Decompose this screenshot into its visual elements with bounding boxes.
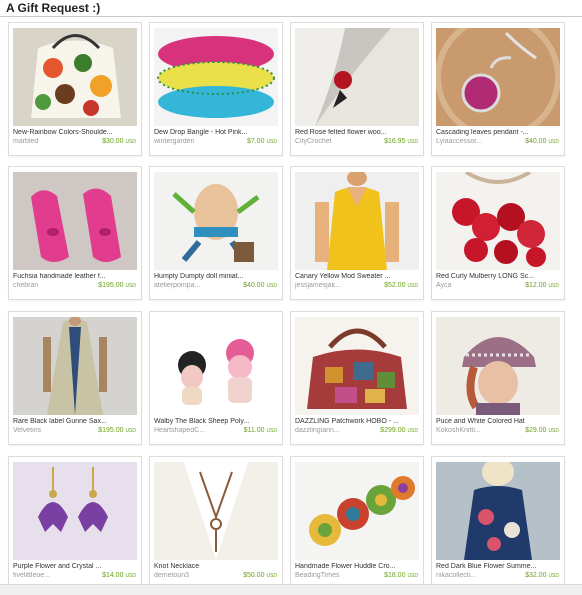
seller-name[interactable]: fivelittleoe...	[13, 572, 83, 579]
product-name[interactable]: Red Rose felted flower woo...	[295, 129, 419, 136]
horizontal-scrollbar[interactable]	[0, 584, 582, 595]
seller-name[interactable]: HeartshapedC...	[154, 427, 224, 434]
product-card[interactable]: DAZZLING Patchwork HOBO - ... dazzlingia…	[290, 311, 424, 445]
seller-name[interactable]: marbled	[13, 138, 83, 145]
product-price: $195.00 USD	[98, 282, 136, 289]
product-price: $52.00 USD	[384, 282, 418, 289]
product-name[interactable]: New-Rainbow Colors-Shoulde...	[13, 129, 137, 136]
product-name[interactable]: Puce and White Colored Hat	[436, 418, 560, 425]
product-name[interactable]: Cascading leaves pendant -...	[436, 129, 560, 136]
seller-name[interactable]: BeadingTimes	[295, 572, 365, 579]
seller-name[interactable]: chebran	[13, 282, 83, 289]
product-price: $11.00 USD	[243, 427, 277, 434]
product-price: $299.00 USD	[380, 427, 418, 434]
crochet-flowers-thumb[interactable]	[295, 462, 419, 560]
product-card[interactable]: Puce and White Colored Hat KokoshKnitti.…	[431, 311, 565, 445]
product-price: $14.00 USD	[102, 572, 136, 579]
product-price: $18.00 USD	[384, 572, 418, 579]
product-card[interactable]: Dew Drop Bangle - Hot Pink... wintergard…	[149, 22, 283, 156]
seller-name[interactable]: Velvetiris	[13, 427, 83, 434]
flower-bag-thumb[interactable]	[13, 28, 137, 126]
title-divider	[0, 16, 582, 17]
product-price: $30.00 USD	[102, 138, 136, 145]
seller-name[interactable]: atelierpompa...	[154, 282, 224, 289]
red-scarf-thumb[interactable]	[436, 172, 560, 270]
product-card[interactable]: Red Curly Mulberry LONG Sc... Ayca $12.0…	[431, 166, 565, 300]
product-card[interactable]: Cascading leaves pendant -... Lyiaaccess…	[431, 22, 565, 156]
product-name[interactable]: Canary Yellow Mod Sweater ...	[295, 273, 419, 280]
hobo-bag-thumb[interactable]	[295, 317, 419, 415]
seller-name[interactable]: wintergarden	[154, 138, 224, 145]
product-card[interactable]: Fuchsia handmade leather f... chebran $1…	[8, 166, 142, 300]
seller-name[interactable]: dazzlingiann...	[295, 427, 365, 434]
earrings-thumb[interactable]	[13, 462, 137, 560]
knot-necklace-thumb[interactable]	[154, 462, 278, 560]
product-name[interactable]: Red Curly Mulberry LONG Sc...	[436, 273, 560, 280]
rose-brooch-thumb[interactable]	[295, 28, 419, 126]
blue-dress-thumb[interactable]	[436, 462, 560, 560]
seller-name[interactable]: Lyiaaccessor...	[436, 138, 506, 145]
product-name[interactable]: Humpty Dumpty doll miniat...	[154, 273, 278, 280]
product-price: $32.00 USD	[525, 572, 559, 579]
humpty-doll-thumb[interactable]	[154, 172, 278, 270]
seller-name[interactable]: CityCrochet	[295, 138, 365, 145]
product-card[interactable]: Handmade Flower Huddle Cro... BeadingTim…	[290, 456, 424, 590]
product-card[interactable]: New-Rainbow Colors-Shoulde... marbled $3…	[8, 22, 142, 156]
product-name[interactable]: Red Dark Blue Flower Summe...	[436, 563, 560, 570]
product-card[interactable]: Canary Yellow Mod Sweater ... jessjamesj…	[290, 166, 424, 300]
product-card[interactable]: Knot Necklace demetoun3 $50.00 USD	[149, 456, 283, 590]
seller-name[interactable]: nikacollecti...	[436, 572, 506, 579]
page-title: A Gift Request :)	[6, 1, 101, 15]
bangle-thumb[interactable]	[154, 28, 278, 126]
seller-name[interactable]: demetoun3	[154, 572, 224, 579]
pink-shoes-thumb[interactable]	[13, 172, 137, 270]
product-price: $50.00 USD	[243, 572, 277, 579]
product-price: $29.00 USD	[525, 427, 559, 434]
sheep-thumb[interactable]	[154, 317, 278, 415]
product-card[interactable]: Rare Black label Gunne Sax... Velvetiris…	[8, 311, 142, 445]
yellow-sweater-thumb[interactable]	[295, 172, 419, 270]
product-price: $12.00 USD	[525, 282, 559, 289]
product-card[interactable]: Purple Flower and Crystal ... fivelittle…	[8, 456, 142, 590]
pendant-thumb[interactable]	[436, 28, 560, 126]
knit-hat-thumb[interactable]	[436, 317, 560, 415]
product-name[interactable]: Handmade Flower Huddle Cro...	[295, 563, 419, 570]
product-price: $7.00 USD	[246, 138, 277, 145]
product-price: $16.95 USD	[384, 138, 418, 145]
product-name[interactable]: Purple Flower and Crystal ...	[13, 563, 137, 570]
product-price: $40.00 USD	[525, 138, 559, 145]
seller-name[interactable]: jessjamesjak...	[295, 282, 365, 289]
product-price: $195.00 USD	[98, 427, 136, 434]
product-card[interactable]: Red Dark Blue Flower Summe... nikacollec…	[431, 456, 565, 590]
product-price: $40.00 USD	[243, 282, 277, 289]
seller-name[interactable]: Ayca	[436, 282, 506, 289]
product-name[interactable]: Dew Drop Bangle - Hot Pink...	[154, 129, 278, 136]
product-name[interactable]: Walby The Black Sheep Poly...	[154, 418, 278, 425]
product-name[interactable]: Fuchsia handmade leather f...	[13, 273, 137, 280]
product-card[interactable]: Humpty Dumpty doll miniat... atelierpomp…	[149, 166, 283, 300]
product-name[interactable]: Rare Black label Gunne Sax...	[13, 418, 137, 425]
dress-thumb[interactable]	[13, 317, 137, 415]
product-name[interactable]: DAZZLING Patchwork HOBO - ...	[295, 418, 419, 425]
product-name[interactable]: Knot Necklace	[154, 563, 278, 570]
product-card[interactable]: Red Rose felted flower woo... CityCroche…	[290, 22, 424, 156]
seller-name[interactable]: KokoshKnitti...	[436, 427, 506, 434]
product-card[interactable]: Walby The Black Sheep Poly... Heartshape…	[149, 311, 283, 445]
